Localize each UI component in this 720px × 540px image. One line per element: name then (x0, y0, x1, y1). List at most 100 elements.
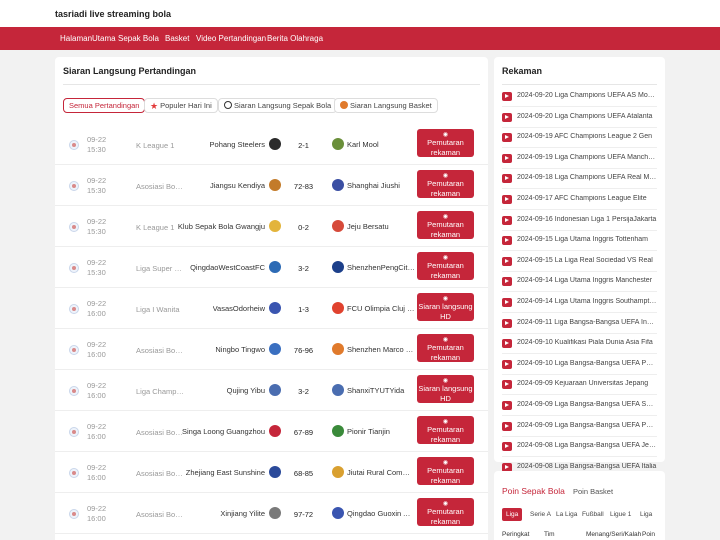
league-tab-liga-2[interactable]: Liga (636, 508, 656, 521)
watch-button[interactable]: ◉ Pemutaran rekaman (417, 498, 474, 526)
match-league: Asosiasi Bola Basket (136, 346, 184, 355)
away-team[interactable]: Jiutai Rural Commercial (347, 468, 415, 477)
tab-soccer-points[interactable]: Poin Sepak Bola (502, 486, 565, 496)
match-row[interactable]: 09-2216:00 Liga Champions AFC Qujing Yibu 3… (55, 370, 488, 411)
watch-button[interactable]: ◉ Pemutaran rekaman (417, 416, 474, 444)
match-time: 16:00 (87, 514, 106, 523)
watch-button[interactable]: ◉ Pemutaran rekaman (417, 252, 474, 280)
nav-item-home[interactable]: HalamanUtama (60, 34, 116, 43)
home-team[interactable]: QingdaoWestCoastFC (190, 263, 265, 272)
away-team[interactable]: Jeju Bersatu (347, 222, 415, 231)
watch-button[interactable]: ◉ Pemutaran rekaman (417, 334, 474, 362)
match-league: Liga Super China (136, 264, 184, 273)
nav-item-basketball[interactable]: Basket (165, 34, 189, 43)
match-score: 3-2 (298, 264, 309, 273)
away-team[interactable]: Karl Mool (347, 140, 415, 149)
filter-popular[interactable]: ★ Populer Hari Ini (144, 98, 218, 113)
league-tab-fussball[interactable]: Fußball (578, 508, 608, 521)
recording-item[interactable]: 2024-09-18 Liga Champions UEFA Real Madr… (502, 168, 657, 190)
watch-button[interactable]: ◉ Siaran langsung HD (417, 293, 474, 321)
away-team[interactable]: Qingdao Guoxin Aquatic (347, 509, 415, 518)
nav-item-news[interactable]: Berita Olahraga (267, 34, 323, 43)
match-row[interactable]: 09-22 15:30 K League 1 Pohang Steelers 2-1 Ka… (55, 124, 488, 165)
away-team-logo-icon (332, 138, 344, 150)
away-team[interactable]: Shenzhen Marco Polo (347, 345, 415, 354)
recording-item[interactable]: 2024-09-17 AFC Champions League Elite (502, 189, 657, 210)
match-league: K League 1 (136, 223, 175, 232)
match-row[interactable]: 09-2215:30 Asosiasi Bola Basket Jiangsu Ke… (55, 165, 488, 206)
away-team[interactable]: Pionir Tianjin (347, 427, 415, 436)
recording-item[interactable]: 2024-09-20 Liga Champions UEFA Atalanta (502, 107, 657, 128)
away-team[interactable]: Shanghai Jiushi (347, 181, 415, 190)
match-row[interactable]: 09-22 15:30 K League 1 Klub Sepak Bola Gwan… (55, 206, 488, 247)
league-tab-la-liga[interactable]: La Liga (552, 508, 581, 521)
recording-item[interactable]: 2024-09-09 Kejuaraan Universitas Jepang (502, 374, 657, 396)
away-team[interactable]: FCU Olimpia Cluj (W) (347, 304, 415, 313)
away-team-logo-icon (332, 220, 344, 232)
away-team-logo-icon (332, 179, 344, 191)
video-icon (502, 380, 512, 390)
home-team[interactable]: Singa Loong Guangzhou (182, 427, 265, 436)
recording-item[interactable]: 2024-09-10 Kualifikasi Piala Dunia Asia … (502, 333, 657, 355)
home-team[interactable]: Qujing Yibu (227, 386, 265, 395)
watch-button[interactable]: ◉ Pemutaran rekaman (417, 457, 474, 485)
video-icon (502, 277, 512, 287)
recording-title: 2024-09-18 Liga Champions UEFA Real Madr… (517, 174, 657, 182)
match-row[interactable]: 09-2216:00 Asosiasi Bola BasketZhejiang E… (55, 452, 488, 493)
watch-button-label: Pemutaran rekaman (427, 261, 464, 280)
filter-all[interactable]: Semua Pertandingan (63, 98, 146, 113)
league-tab-ligue-1[interactable]: Ligue 1 (606, 508, 635, 521)
recording-item[interactable]: 2024-09-16 Indonesian Liga 1 PersijaJaka… (502, 210, 657, 231)
watch-button[interactable]: ◉ Pemutaran rekaman (417, 170, 474, 198)
video-icon (502, 174, 512, 184)
recording-item[interactable]: 2024-09-14 Liga Utama Inggris Manchester (502, 271, 657, 293)
filter-basketball[interactable]: Siaran Langsung Basket (334, 98, 438, 113)
recording-item[interactable]: 2024-09-15 La Liga Real Sociedad VS Real (502, 251, 657, 272)
filter-soccer[interactable]: Siaran Langsung Sepak Bola (218, 98, 338, 113)
home-team[interactable]: VasasOdorheiw (213, 304, 265, 313)
video-icon (502, 339, 512, 349)
match-league: Asosiasi Bola Basket (136, 510, 184, 519)
recording-item[interactable]: 2024-09-19 AFC Champions League 2 Gen (502, 127, 657, 149)
match-row[interactable]: 09-22 16:00 Liga I Wanita VasasOdorheiw 1-3 F… (55, 288, 488, 329)
watch-button[interactable]: ◉ Pemutaran rekaman (417, 211, 474, 239)
away-team[interactable]: ShanxiTYUTYida (347, 386, 415, 395)
home-team[interactable]: Klub Sepak Bola Gwangju (178, 222, 265, 231)
video-icon (502, 153, 512, 163)
match-row[interactable]: 09-2215:30 Liga Super China QingdaoWestCoa… (55, 247, 488, 288)
recording-item[interactable]: 2024-09-15 Liga Utama Inggris Tottenham (502, 230, 657, 252)
watch-button[interactable]: ◉ Pemutaran rekaman (417, 129, 474, 157)
recording-title: 2024-09-10 Kualifikasi Piala Dunia Asia … (517, 339, 653, 347)
away-team[interactable]: ShenzhenPengCityFC (347, 263, 415, 272)
recording-item[interactable]: 2024-09-08 Liga Bangsa-Bangsa UEFA Jerma… (502, 436, 657, 458)
league-tab-serie-a[interactable]: Serie A (526, 508, 555, 521)
recording-item[interactable]: 2024-09-11 Liga Bangsa-Bangsa UEFA Inggr… (502, 313, 657, 334)
tab-basketball-points[interactable]: Poin Basket (573, 487, 613, 496)
home-team[interactable]: Xinjiang Yilite (220, 509, 265, 518)
league-tab-liga[interactable]: Liga (502, 508, 523, 521)
match-row[interactable]: 09-2216:00 Asosiasi Bola BasketSinga Loon… (55, 411, 488, 452)
home-team[interactable]: Pohang Steelers (210, 140, 265, 149)
recording-item[interactable]: 2024-09-19 Liga Champions UEFA Mancheste… (502, 148, 657, 169)
match-score: 3-2 (298, 387, 309, 396)
site-title[interactable]: tasriadi live streaming bola (55, 9, 171, 19)
recording-item[interactable]: 2024-09-09 Liga Bangsa-Bangsa UEFA Swedi… (502, 395, 657, 416)
recording-item[interactable]: 2024-09-10 Liga Bangsa-Bangsa UEFA Peran… (502, 354, 657, 375)
column-rank: Peringkat (502, 531, 530, 538)
divider (63, 84, 480, 85)
nav-item-videos[interactable]: Video Pertandingan (196, 34, 266, 43)
recording-title: 2024-09-10 Liga Bangsa-Bangsa UEFA Peran… (517, 359, 657, 367)
home-team[interactable]: Jiangsu Kendiya (210, 181, 265, 190)
recording-item[interactable]: 2024-09-09 Liga Bangsa-Bangsa UEFA Portu… (502, 416, 657, 437)
home-team[interactable]: Ningbo Tingwo (215, 345, 265, 354)
recording-item[interactable]: 2024-09-14 Liga Utama Inggris Southampto… (502, 292, 657, 313)
watch-button[interactable]: ◉ Siaran langsung HD (417, 375, 474, 403)
match-row[interactable]: 09-2216:00 Asosiasi Bola Basket Xinjiang Y… (55, 493, 488, 534)
nav-item-soccer[interactable]: Sepak Bola (118, 34, 159, 43)
recordings-panel: Rekaman 2024-09-20 Liga Champions UEFA A… (494, 57, 665, 499)
match-row[interactable]: 09-2216:00 Asosiasi Bola Basket Ningbo Tin… (55, 329, 488, 370)
recording-item[interactable]: 2024-09-20 Liga Champions UEFA AS Monaco (502, 86, 657, 107)
filter-label: Siaran Langsung Sepak Bola (234, 101, 332, 110)
home-team[interactable]: Zhejiang East Sunshine (186, 468, 265, 477)
video-icon (502, 401, 512, 410)
